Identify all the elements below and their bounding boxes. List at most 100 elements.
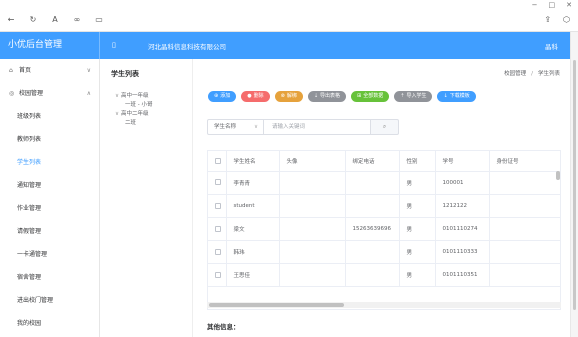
select-value: 学生名称 — [214, 124, 237, 130]
minimize-icon[interactable]: − — [532, 1, 538, 9]
row-checkbox[interactable] — [208, 194, 227, 218]
table-vertical-scrollbar[interactable] — [556, 171, 560, 180]
row-checkbox[interactable] — [208, 171, 227, 195]
unbind-button[interactable]: ⊗ 解绑 — [274, 91, 303, 102]
breadcrumb-separator: / — [531, 71, 533, 77]
save-icon[interactable]: ▭ — [94, 15, 104, 24]
tree-node-label: 高中一年级 — [121, 93, 149, 99]
browser-right-tools: ⇪ ⬡ — [544, 15, 570, 24]
back-icon[interactable]: ← — [6, 15, 16, 24]
unbind-icon: ⊗ — [280, 93, 285, 99]
search-bar: 学生名称 ∨ 请输入关键词 ⌕ — [207, 119, 399, 135]
scrollbar-thumb[interactable] — [573, 60, 576, 310]
column-header[interactable]: 绑定电话 — [345, 151, 400, 172]
cell-phone — [345, 194, 400, 218]
table-row[interactable]: 梁文 15263639696 男 0101110274 — [208, 217, 560, 242]
cell-avatar — [279, 263, 346, 288]
import-icon: ⇡ — [400, 93, 405, 99]
cell-gender: 男 — [399, 171, 436, 195]
select-all-checkbox[interactable] — [208, 151, 227, 172]
search-field-select[interactable]: 学生名称 ∨ — [207, 119, 264, 135]
table-horizontal-scrollbar[interactable] — [207, 302, 561, 308]
sidebar-item-gate[interactable]: 进出校门管理 — [0, 289, 99, 312]
menu-toggle-icon[interactable]: ▯ — [112, 41, 116, 49]
delete-button[interactable]: ● 删除 — [241, 91, 270, 102]
cell-name: 李青青 — [226, 171, 280, 195]
table-row[interactable]: 王思佳 男 0101110351 — [208, 263, 560, 288]
column-header[interactable]: 学号 — [435, 151, 490, 172]
cell-id-card — [489, 240, 560, 265]
row-checkbox[interactable] — [208, 240, 227, 265]
column-header[interactable]: 头像 — [279, 151, 346, 172]
button-label: 解绑 — [286, 93, 297, 99]
export-button[interactable]: ⇣ 导出表格 — [307, 91, 347, 102]
sidebar-item-notices[interactable]: 通知管理 — [0, 174, 99, 197]
cell-id-card — [489, 171, 560, 195]
table-row[interactable]: 李青青 男 100001 — [208, 171, 560, 195]
class-tree-panel: 学生列表 ∨ 高中一年级 一班 - 小哥 ∨ 高中二年级 二班 — [100, 59, 193, 337]
cell-student-id: 1212122 — [435, 194, 490, 218]
close-icon[interactable]: ✕ — [566, 1, 572, 9]
breadcrumb-item[interactable]: 校园管理 — [504, 71, 526, 77]
search-input[interactable]: 请输入关键词 — [264, 119, 371, 135]
app-title: 小优后台管理 — [0, 32, 100, 59]
class-tree: ∨ 高中一年级 一班 - 小哥 ∨ 高中二年级 二班 — [115, 92, 152, 128]
cell-name: 梁文 — [226, 217, 280, 242]
sidebar-item-classes[interactable]: 班级列表 — [0, 105, 99, 128]
cell-gender: 男 — [399, 263, 436, 288]
sidebar-item-homework[interactable]: 作业管理 — [0, 197, 99, 220]
sidebar-item-students[interactable]: 学生列表 — [0, 151, 99, 174]
column-header[interactable]: 性别 — [399, 151, 436, 172]
user-menu[interactable]: 晶科 — [545, 41, 558, 51]
sidebar-item-label: 校园管理 — [19, 90, 44, 97]
chevron-down-icon: ∨ — [253, 124, 258, 130]
export-icon: ⇣ — [313, 93, 319, 99]
sidebar-item-dorm[interactable]: 宿舍管理 — [0, 266, 99, 289]
download-icon: ↓ — [443, 93, 448, 99]
cell-phone — [345, 171, 400, 195]
sidebar-item-card[interactable]: 一卡通管理 — [0, 243, 99, 266]
download-template-button[interactable]: ↓ 下载模板 — [437, 91, 476, 102]
chevron-down-icon: ∨ — [86, 67, 91, 74]
toolbar: ⊕ 添加 ● 删除 ⊗ 解绑 ⇣ 导出表格 ⊞ 全部数据 ⇡ 导入学生 ↓ 下载模板 — [208, 91, 476, 102]
font-icon[interactable]: A — [50, 15, 60, 24]
browser-chrome: − □ ✕ ← ↻ A ∞ ▭ ⇪ ⬡ — [0, 0, 578, 32]
sidebar-item-campus[interactable]: ◎ 校园管理 ∧ — [0, 82, 99, 105]
reload-icon[interactable]: ↻ — [28, 15, 38, 24]
all-data-button[interactable]: ⊞ 全部数据 — [351, 91, 390, 102]
cell-student-id: 0101110333 — [435, 240, 490, 265]
tree-node-class-2[interactable]: 二班 — [115, 119, 152, 128]
row-checkbox[interactable] — [208, 263, 227, 288]
table-row[interactable]: 韩玮 男 0101110333 — [208, 240, 560, 265]
settings-icon[interactable]: ⬡ — [563, 15, 570, 24]
scrollbar-thumb[interactable] — [209, 303, 344, 307]
import-button[interactable]: ⇡ 导入学生 — [394, 91, 433, 102]
browser-nav: ← ↻ A ∞ ▭ — [6, 15, 104, 24]
cell-phone: 15263639696 — [345, 217, 400, 242]
tree-node-grade-1[interactable]: ∨ 高中一年级 — [115, 92, 152, 101]
sidebar-item-teachers[interactable]: 教师列表 — [0, 128, 99, 151]
add-button[interactable]: ⊕ 添加 — [208, 91, 237, 102]
window-controls: − □ ✕ — [532, 1, 572, 9]
page-scrollbar[interactable] — [570, 32, 578, 337]
button-label: 添加 — [220, 93, 231, 99]
share-icon[interactable]: ⇪ — [544, 15, 551, 24]
maximize-icon[interactable]: □ — [549, 1, 556, 9]
sidebar-item-my-campus[interactable]: 我的校园 — [0, 312, 99, 335]
home-icon: ⌂ — [9, 67, 13, 74]
link-icon[interactable]: ∞ — [72, 15, 82, 24]
cell-name: student — [226, 194, 280, 218]
column-header[interactable]: 学生姓名 — [226, 151, 280, 172]
sidebar-item-leave[interactable]: 请假管理 — [0, 220, 99, 243]
cell-gender: 男 — [399, 194, 436, 218]
table-row[interactable]: student 男 1212122 — [208, 194, 560, 218]
row-checkbox[interactable] — [208, 217, 227, 242]
cell-avatar — [279, 240, 346, 265]
tree-node-grade-2[interactable]: ∨ 高中二年级 — [115, 110, 152, 119]
company-name: 河北晶科信息科技有限公司 — [148, 43, 226, 51]
sidebar-item-home[interactable]: ⌂ 首页 ∨ — [0, 59, 99, 82]
tree-node-class-1[interactable]: 一班 - 小哥 — [115, 101, 152, 110]
column-header[interactable]: 身份证号 — [489, 151, 560, 172]
cell-id-card — [489, 263, 560, 288]
search-button[interactable]: ⌕ — [371, 119, 399, 135]
